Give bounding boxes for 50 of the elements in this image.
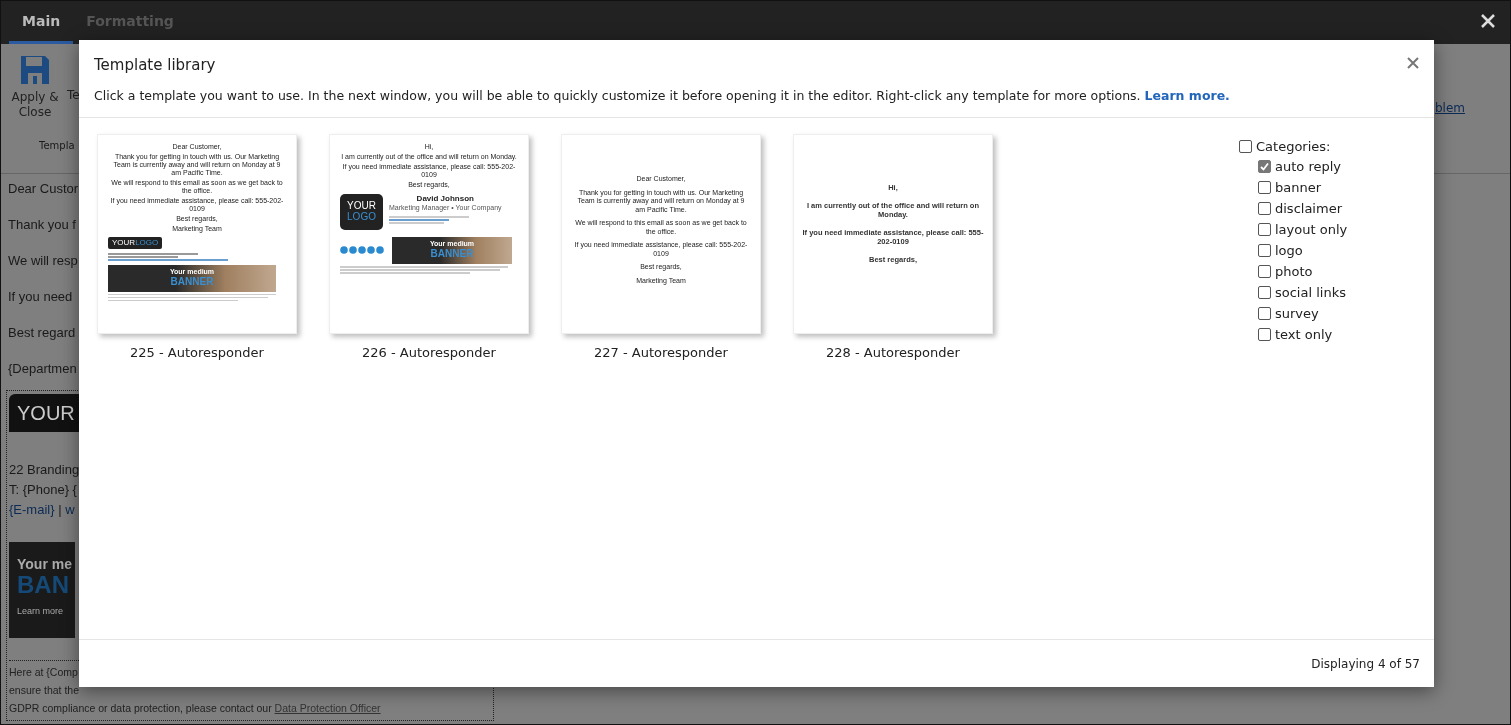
checkbox[interactable] xyxy=(1258,244,1271,257)
group-label: Templa xyxy=(39,140,75,151)
social-icons-drawing xyxy=(340,245,384,254)
checkbox[interactable] xyxy=(1258,328,1271,341)
checkbox-label: auto reply xyxy=(1275,159,1341,174)
link[interactable]: blem xyxy=(1435,101,1466,115)
address-text: 22 Branding xyxy=(9,461,80,479)
checkbox[interactable] xyxy=(1239,140,1252,153)
checkbox[interactable] xyxy=(1258,202,1271,215)
checkbox-label: survey xyxy=(1275,306,1319,321)
tab[interactable]: Main xyxy=(9,1,74,44)
email-text: Dear Custor xyxy=(8,180,79,197)
checkbox[interactable] xyxy=(1258,160,1271,173)
learn-more-link[interactable]: Learn more. xyxy=(1144,88,1230,103)
dialog-title: Template library xyxy=(94,56,216,74)
email-text: Best regard xyxy=(8,324,76,341)
checkbox[interactable] xyxy=(1258,223,1271,236)
checkbox[interactable] xyxy=(1258,286,1271,299)
email-text: We will resp xyxy=(8,252,78,269)
dialog-description: Click a template you want to use. In the next window, you will be able to quickly customize it before opening it in the editor. Right-click any template for more options. Learn more. xyxy=(94,88,1231,103)
checkbox-label: social links xyxy=(1275,285,1346,300)
logo-text: YOURLOGO xyxy=(108,237,163,249)
checkbox-label: photo xyxy=(1275,264,1313,279)
email-text: {Departmen xyxy=(8,360,77,377)
contact-name: David Johnson xyxy=(415,194,475,203)
logo-text: YOUR xyxy=(9,394,79,432)
email-text: If you need xyxy=(8,288,73,305)
separator-text: | xyxy=(57,502,63,517)
disclaimer-text: ensure that the xyxy=(9,683,80,698)
email-link[interactable]: {E-mail} xyxy=(9,502,55,517)
phone-text: T: {Phone} { xyxy=(9,481,77,499)
checkbox-label: disclaimer xyxy=(1275,201,1342,216)
toolbar-button[interactable]: Te xyxy=(67,86,80,104)
checkbox-label: banner xyxy=(1275,180,1322,195)
apply-close-button[interactable]: Apply & Close xyxy=(9,54,61,120)
banner-image: Your me BAN Learn more xyxy=(9,542,75,638)
checkbox-label: Categories: xyxy=(1256,139,1331,154)
checkbox[interactable] xyxy=(1258,181,1271,194)
logo-text: YOUR LOGO xyxy=(340,194,383,230)
disclaimer-link[interactable]: Data Protection Officer xyxy=(274,702,381,714)
status-text: Displaying 4 of 57 xyxy=(1311,656,1420,671)
email-text: Thank you f xyxy=(8,216,76,233)
checkbox-label: text only xyxy=(1275,327,1333,342)
website-link[interactable]: w xyxy=(65,502,75,517)
checkbox-label: layout only xyxy=(1275,222,1348,237)
disclaimer-text: GDPR compliance or data protection, please contact our Data Protection Officer xyxy=(9,701,381,716)
checkbox[interactable] xyxy=(1258,307,1271,320)
checkbox[interactable] xyxy=(1258,265,1271,278)
disclaimer-text: Here at {Comp xyxy=(9,665,78,680)
checkbox-label: logo xyxy=(1275,243,1303,258)
